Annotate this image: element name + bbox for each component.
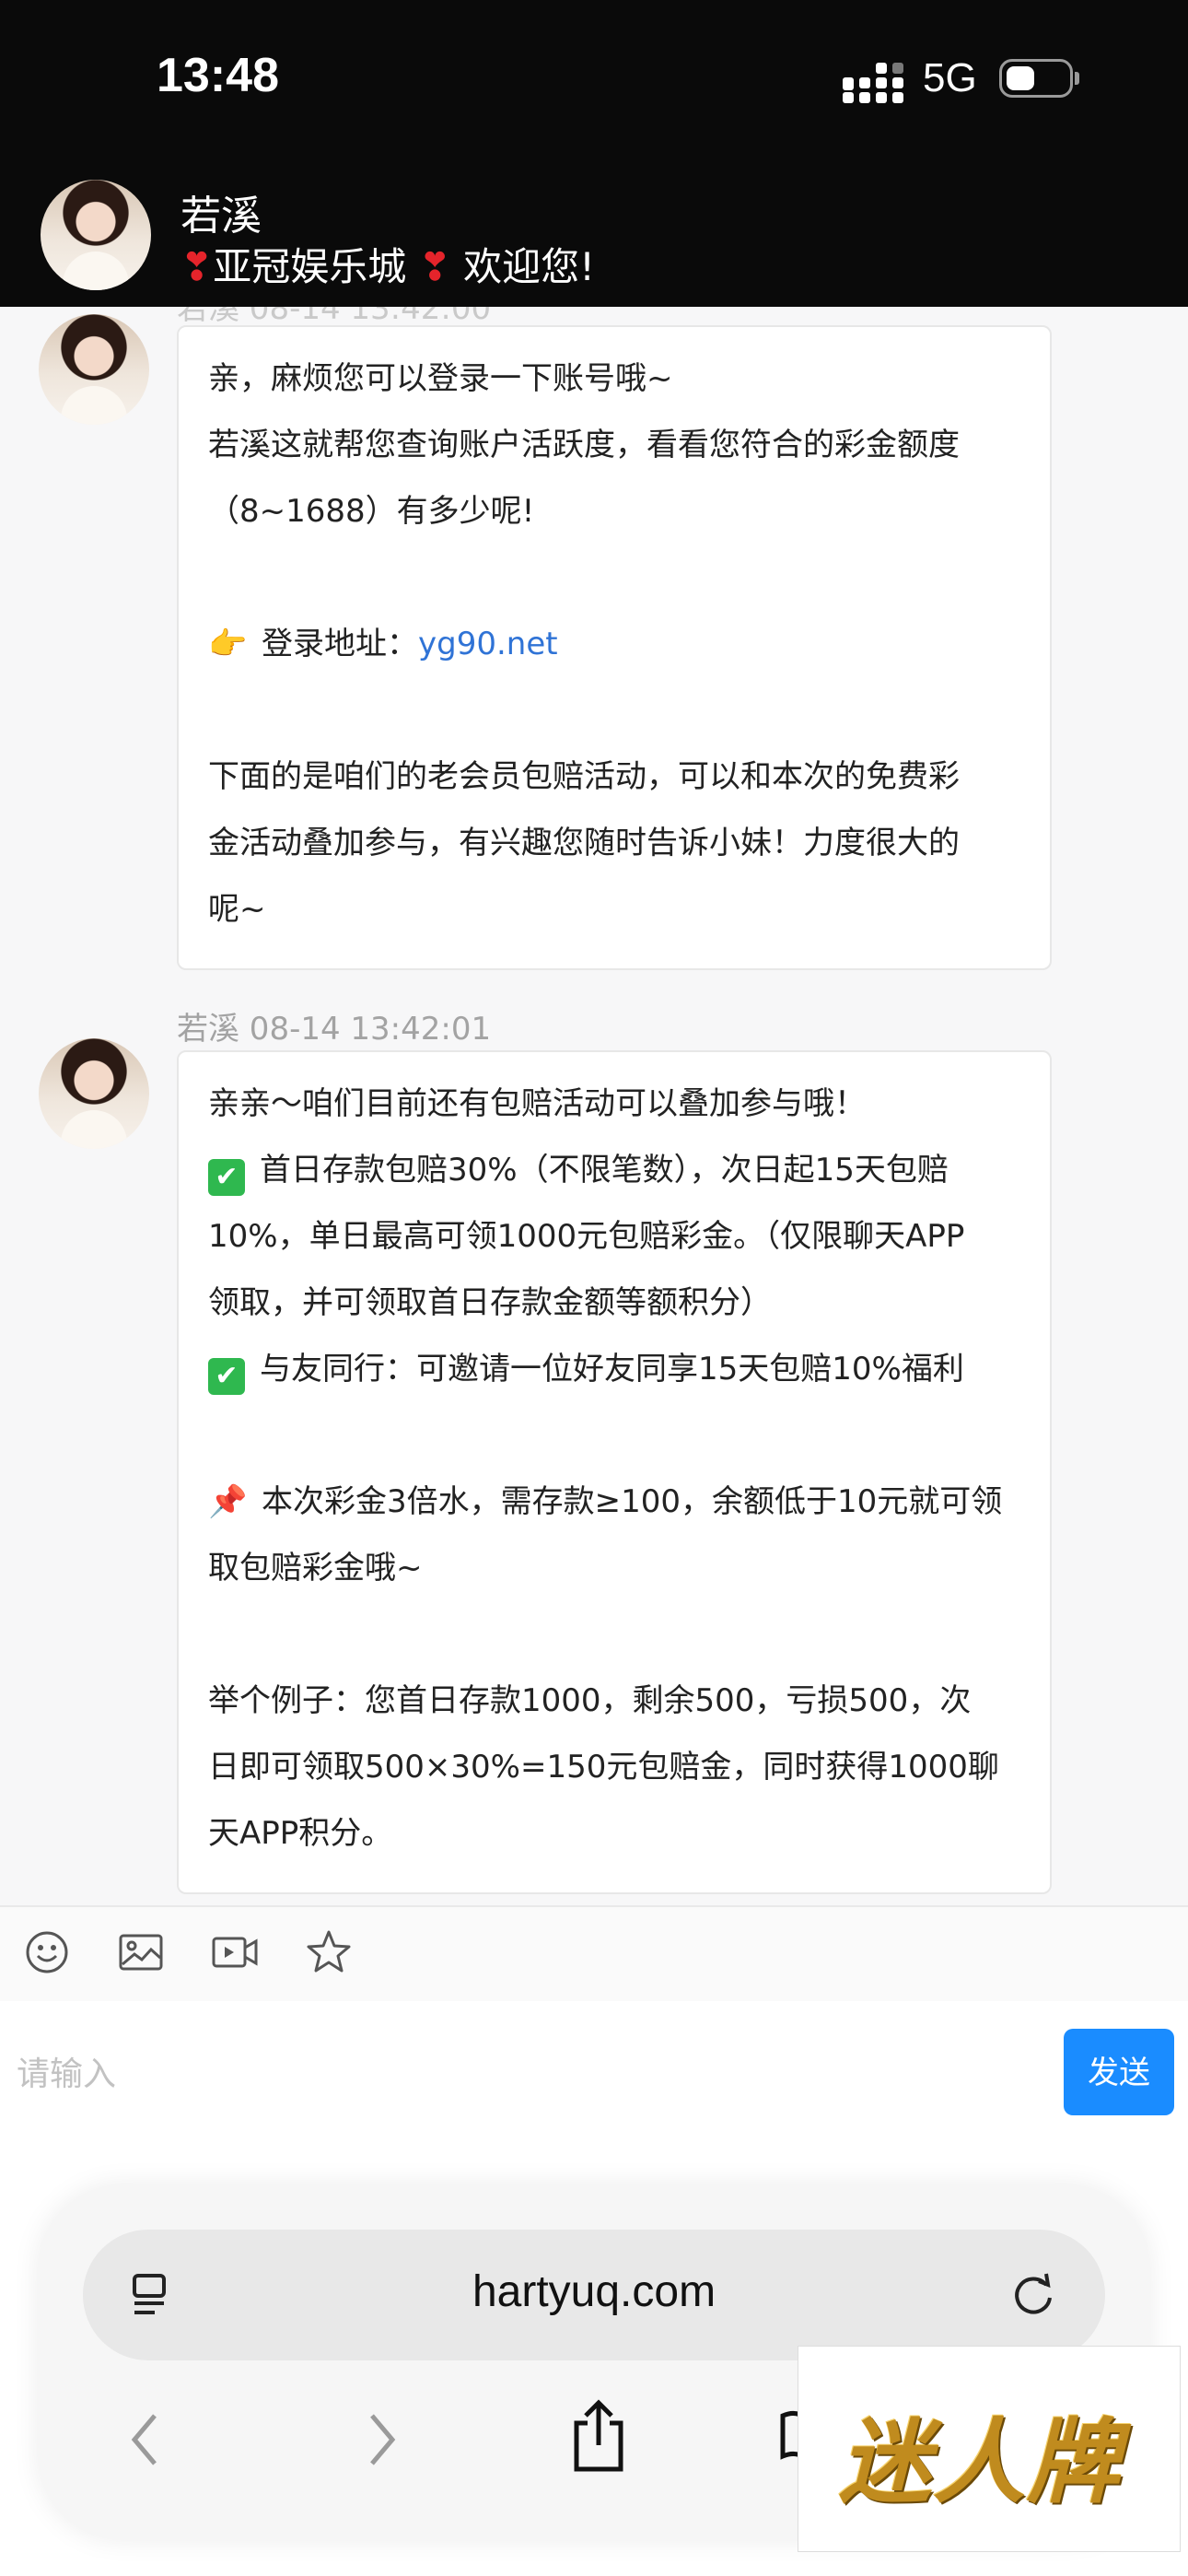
message-line: ✔ 与友同行：可邀请一位好友同享15天包赔10%福利 [208,1336,1022,1402]
chat-toolbar [0,1905,1188,2003]
message-line: 日即可领取500×30%=150元包赔金，同时获得1000聊 [208,1749,999,1786]
star-icon[interactable] [304,1927,354,1977]
message-bubble: 亲，麻烦您可以登录一下账号哦~ 若溪这就帮您查询账户活跃度，看看您符合的彩金额度… [177,325,1052,970]
image-icon[interactable] [116,1927,166,1977]
login-link[interactable]: yg90.net [418,626,558,662]
message-line: 10%，单日最高可领1000元包赔彩金。（仅限聊天APP [208,1218,965,1255]
share-icon[interactable] [562,2397,635,2475]
pointing-hand-icon: 👉 [208,626,248,662]
sender-avatar[interactable] [39,314,149,425]
message-meta: 若溪 08-14 13:42:01 [177,1011,492,1048]
message-line: 📌 本次彩金3倍水，需存款≥100，余额低于10元就可领 [208,1469,1022,1535]
forward-icon[interactable] [350,2410,409,2469]
send-button[interactable]: 发送 [1064,2029,1174,2115]
login-label: 登录地址： [262,626,418,662]
check-mark-icon: ✔ [208,1159,245,1196]
chat-list[interactable]: 若溪 08-14 13:42:00 亲，麻烦您可以登录一下账号哦~ 若溪这就帮您… [0,307,1188,1905]
battery-icon [999,59,1079,98]
message-line: 亲，麻烦您可以登录一下账号哦~ [208,360,673,397]
message-line: （8~1688）有多少呢! [208,493,535,530]
watermark-logo: 迷人牌 [798,2346,1181,2552]
url-text[interactable]: hartyuq.com [83,2266,1105,2317]
watermark-text: 迷人牌 [839,2408,1121,2516]
heart-icon: ❣ [181,244,214,289]
pushpin-icon: 📌 [208,1483,248,1520]
message-line: 取包赔彩金哦~ [208,1550,423,1587]
check-mark-icon: ✔ [208,1358,245,1395]
heart-icon: ❣ [418,244,451,289]
message-line [208,677,1022,744]
message-line: 若溪这就帮您查询账户活跃度，看看您符合的彩金额度 [208,427,960,463]
message-line: 下面的是咱们的老会员包赔活动，可以和本次的免费彩 [208,758,960,795]
message-line [208,1402,1022,1469]
message-bubble: 亲亲～咱们目前还有包赔活动可以叠加参与哦！ ✔ 首日存款包赔30%（不限笔数），次… [177,1050,1052,1894]
top-bar: 13:48 5G 若溪 ❣亚冠娱乐城 ❣ 欢迎您! [0,0,1188,307]
status-time: 13:48 [157,49,279,102]
sender-avatar[interactable] [39,1038,149,1149]
message-line: 亲亲～咱们目前还有包赔活动可以叠加参与哦！ [208,1085,866,1122]
login-line: 👉 登录地址：yg90.net [208,611,1022,677]
contact-avatar[interactable] [41,180,151,290]
message-line [208,1601,1022,1668]
network-label: 5G [923,55,977,100]
message-line: 金活动叠加参与，有兴趣您随时告诉小妹！力度很大的 [208,825,960,861]
message-line: 呢~ [208,891,266,928]
emoji-icon[interactable] [22,1927,72,1977]
subtitle-text: 亚冠娱乐城 [213,244,407,289]
message-line: 领取，并可领取首日存款金额等额积分） [208,1284,772,1321]
contact-name: 若溪 [181,193,262,240]
subtitle-welcome: 欢迎您! [463,244,595,289]
address-bar[interactable]: hartyuq.com [83,2230,1105,2360]
signal-icon [843,63,903,103]
message-line [208,544,1022,611]
message-line: 举个例子：您首日存款1000，剩余500，亏损500，次 [208,1682,972,1719]
back-icon[interactable] [118,2410,177,2469]
message-line: 天APP积分。 [208,1815,393,1852]
reload-icon[interactable] [1004,2265,1063,2324]
contact-subtitle: ❣亚冠娱乐城 ❣ 欢迎您! [181,236,595,292]
message-input[interactable]: 请输入 [17,2047,116,2095]
video-icon[interactable] [210,1927,260,1977]
message-line: ✔ 首日存款包赔30%（不限笔数），次日起15天包赔 [208,1137,1022,1203]
